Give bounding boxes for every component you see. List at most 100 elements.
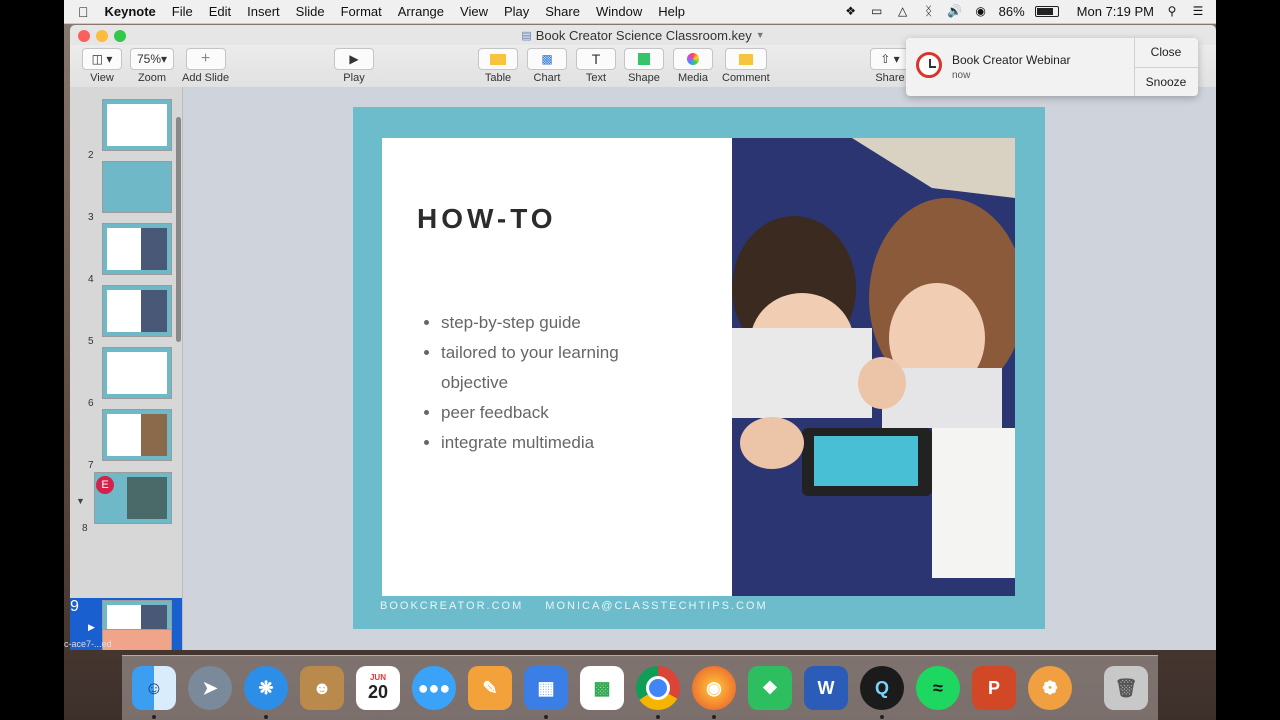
text-icon[interactable]: T	[576, 48, 616, 70]
running-indicator	[880, 715, 884, 719]
slide-navigator[interactable]: 2 3 4 5 6 7 ▼ E 8 ▶ 9	[70, 87, 183, 650]
spotlight-search-icon[interactable]: ⚲	[1164, 5, 1180, 18]
menu-edit[interactable]: Edit	[201, 4, 239, 19]
zoom-select[interactable]: 75% ▾	[130, 48, 174, 70]
menu-slide[interactable]: Slide	[288, 4, 333, 19]
chevron-down-icon[interactable]: ▼	[756, 30, 765, 40]
slide-thumbnail-partial[interactable]	[70, 87, 182, 93]
slide-bullet-list[interactable]: step-by-step guide tailored to your lear…	[423, 308, 686, 458]
menu-help[interactable]: Help	[650, 4, 693, 19]
media-icon[interactable]	[673, 48, 713, 70]
battery-percent[interactable]: 86%	[999, 4, 1025, 19]
flower-app-icon[interactable]: ❁	[1028, 666, 1072, 710]
menu-view[interactable]: View	[452, 4, 496, 19]
comment-badge[interactable]: E	[96, 476, 114, 494]
slide-photo[interactable]	[732, 138, 1015, 596]
bluetooth-icon[interactable]: ᛝ	[921, 5, 937, 18]
navigator-scrollbar[interactable]	[176, 117, 181, 342]
battery-icon[interactable]	[1034, 6, 1059, 17]
media-label: Media	[678, 72, 708, 84]
menu-arrange[interactable]: Arrange	[390, 4, 452, 19]
table-icon[interactable]	[478, 48, 518, 70]
apple-menu-icon[interactable]: 	[64, 4, 97, 20]
dropbox-icon[interactable]: ❖	[843, 5, 859, 18]
slide-canvas[interactable]: HOW-TO step-by-step guide tailored to yo…	[183, 87, 1216, 650]
play-label: Play	[343, 72, 365, 84]
word-icon[interactable]: W	[804, 666, 848, 710]
slide-number: 8	[82, 523, 88, 534]
menu-share[interactable]: Share	[537, 4, 588, 19]
share-icon[interactable]: ⇧ ▾	[870, 48, 910, 70]
slide-title[interactable]: HOW-TO	[417, 203, 557, 235]
window-title[interactable]: Book Creator Science Classroom.key	[536, 28, 752, 43]
slide-footer[interactable]: BOOKCREATOR.COM MONICA@CLASSTECHTIPS.COM	[380, 600, 768, 612]
menu-window[interactable]: Window	[588, 4, 650, 19]
powerpoint-icon[interactable]: P	[972, 666, 1016, 710]
slide-preview	[102, 409, 172, 461]
plus-icon[interactable]: +	[185, 48, 226, 70]
toolbar-table[interactable]: Table	[478, 48, 518, 84]
menubar-clock[interactable]: Mon 7:19 PM	[1077, 4, 1154, 19]
chrome-icon[interactable]	[636, 666, 680, 710]
slide-thumbnail-4[interactable]: 4	[70, 221, 182, 285]
pages-icon[interactable]: ✎	[468, 666, 512, 710]
running-indicator	[152, 715, 156, 719]
slide-thumbnail-3[interactable]: 3	[70, 159, 182, 223]
keynote-window: ▤ Book Creator Science Classroom.key ▼ ◫…	[70, 25, 1216, 650]
toolbar-media[interactable]: Media	[673, 48, 713, 84]
volume-icon[interactable]: 🔊	[947, 5, 963, 18]
notification-snooze-button[interactable]: Snooze	[1134, 68, 1198, 96]
notification-banner[interactable]: Book Creator Webinar now Close Snooze	[906, 38, 1198, 96]
toolbar-play[interactable]: ▶ Play	[334, 48, 374, 84]
menu-insert[interactable]: Insert	[239, 4, 288, 19]
notification-center-icon[interactable]: ☰	[1190, 5, 1206, 18]
view-icon[interactable]: ◫ ▾	[82, 48, 122, 70]
menu-file[interactable]: File	[164, 4, 201, 19]
calendar-icon[interactable]: JUN 20	[356, 666, 400, 710]
slide-preview	[102, 285, 172, 337]
current-slide[interactable]: HOW-TO step-by-step guide tailored to yo…	[353, 107, 1045, 629]
menu-bar:  Keynote File Edit Insert Slide Format …	[64, 0, 1216, 24]
slide-thumbnail-2[interactable]: 2	[70, 97, 182, 161]
slide-preview	[102, 223, 172, 275]
evernote-icon[interactable]: ❖	[748, 666, 792, 710]
slide-thumbnail-5[interactable]: 5	[70, 283, 182, 347]
toolbar-share[interactable]: ⇧ ▾ Share	[870, 48, 910, 84]
messages-icon[interactable]: ●●●	[412, 666, 456, 710]
slide-thumbnail-7[interactable]: 7	[70, 407, 182, 471]
safari-icon[interactable]: ❋	[244, 666, 288, 710]
toolbar-shape[interactable]: Shape	[624, 48, 664, 84]
trash-icon[interactable]: 🗑	[1104, 666, 1148, 710]
menu-play[interactable]: Play	[496, 4, 537, 19]
menu-format[interactable]: Format	[333, 4, 390, 19]
document-icon: ▤	[521, 29, 532, 42]
finder-icon[interactable]: ☺	[132, 666, 176, 710]
airplay-icon[interactable]: △	[895, 5, 911, 18]
menu-app-name[interactable]: Keynote	[97, 4, 164, 19]
notification-close-button[interactable]: Close	[1134, 38, 1198, 67]
numbers-icon[interactable]: ▩	[580, 666, 624, 710]
disclosure-triangle-icon[interactable]: ▼	[76, 496, 85, 506]
inbox-tray-icon[interactable]: ▭	[869, 5, 885, 18]
comment-icon[interactable]	[724, 48, 767, 70]
toolbar-text[interactable]: T Text	[576, 48, 616, 84]
quicktime-icon[interactable]: Q	[860, 666, 904, 710]
shape-icon[interactable]	[624, 48, 664, 70]
spotify-icon[interactable]: ≈	[916, 666, 960, 710]
toolbar-view[interactable]: ◫ ▾ View	[82, 48, 122, 84]
comment-label: Comment	[722, 72, 770, 84]
slide-thumbnail-8[interactable]: ▼ E 8	[70, 470, 182, 534]
toolbar-add-slide[interactable]: + Add Slide	[182, 48, 229, 84]
toolbar-zoom[interactable]: 75% ▾ Zoom	[130, 48, 174, 84]
wifi-icon[interactable]: ◉	[973, 5, 989, 18]
firefox-icon[interactable]: ◉	[692, 666, 736, 710]
toolbar-comment[interactable]: Comment	[722, 48, 770, 84]
slide-thumbnail-6[interactable]: 6	[70, 345, 182, 409]
toolbar-chart[interactable]: ▩ Chart	[527, 48, 567, 84]
keynote-icon[interactable]: ▦	[524, 666, 568, 710]
launchpad-icon[interactable]: ➤	[188, 666, 232, 710]
play-icon[interactable]: ▶	[334, 48, 374, 70]
notification-title: Book Creator Webinar	[952, 53, 1071, 67]
contacts-icon[interactable]: ☻	[300, 666, 344, 710]
chart-icon[interactable]: ▩	[527, 48, 567, 70]
